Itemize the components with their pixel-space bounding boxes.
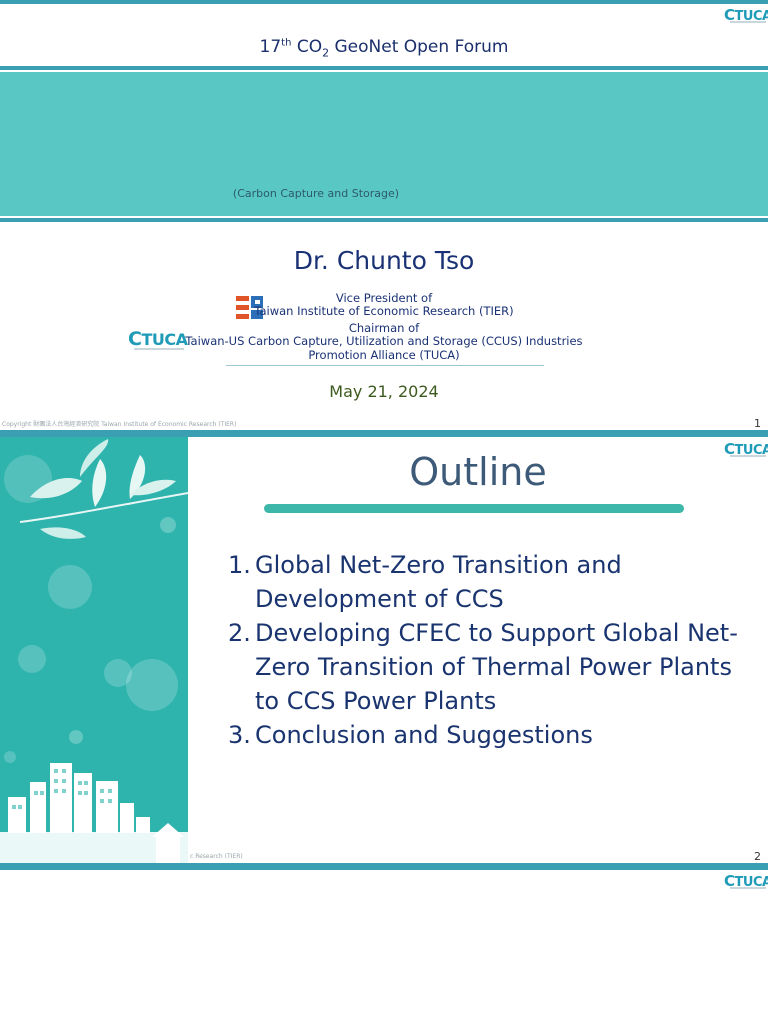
role2-org-line1: Taiwan-US Carbon Capture, Utilization an… [185, 334, 583, 348]
decorative-sidebar [0, 437, 188, 863]
title-underline [264, 504, 684, 513]
slide-separator [0, 430, 768, 437]
slide1-top-bar [0, 0, 768, 4]
tuca-logo-slide3: CTUCA [724, 872, 768, 890]
forum-title: 17th CO2 GeoNet Open Forum [259, 37, 509, 60]
leaves-city-illustration [0, 439, 188, 863]
role2-org-line2: Promotion Alliance (TUCA) [308, 348, 460, 362]
outline-item-1: 1. Global Net-Zero Transition and Develop… [228, 551, 622, 613]
slide-separator-2 [0, 863, 768, 870]
presenter-name: Dr. Chunto Tso [293, 246, 475, 275]
presentation-date: May 21, 2024 [329, 382, 439, 401]
tuca-logo: CTUCA [724, 6, 768, 24]
copyright-text: Copyright 財團法人台灣經濟研究院 Taiwan Institute o… [2, 421, 237, 428]
role1-org: Taiwan Institute of Economic Research (T… [254, 304, 514, 318]
page-number: 1 [754, 417, 761, 430]
outline-list: 1. Global Net-Zero Transition and Develop… [228, 548, 748, 752]
banner-top-rule [0, 66, 768, 70]
divider-line [226, 365, 544, 366]
banner-subtitle: (Carbon Capture and Storage) [232, 187, 400, 200]
outline-item-2: 2. Developing CFEC to Support Global Net-… [228, 619, 738, 715]
copyright-fragment: c Research (TIER) [190, 853, 243, 860]
role2-title: Chairman of [348, 321, 420, 335]
outline-item-3: 3. Conclusion and Suggestions [228, 721, 593, 749]
role1-title: Vice President of [335, 291, 433, 305]
banner-bottom-rule [0, 218, 768, 222]
page-number-2: 2 [754, 850, 761, 863]
outline-title: Outline [409, 450, 547, 494]
